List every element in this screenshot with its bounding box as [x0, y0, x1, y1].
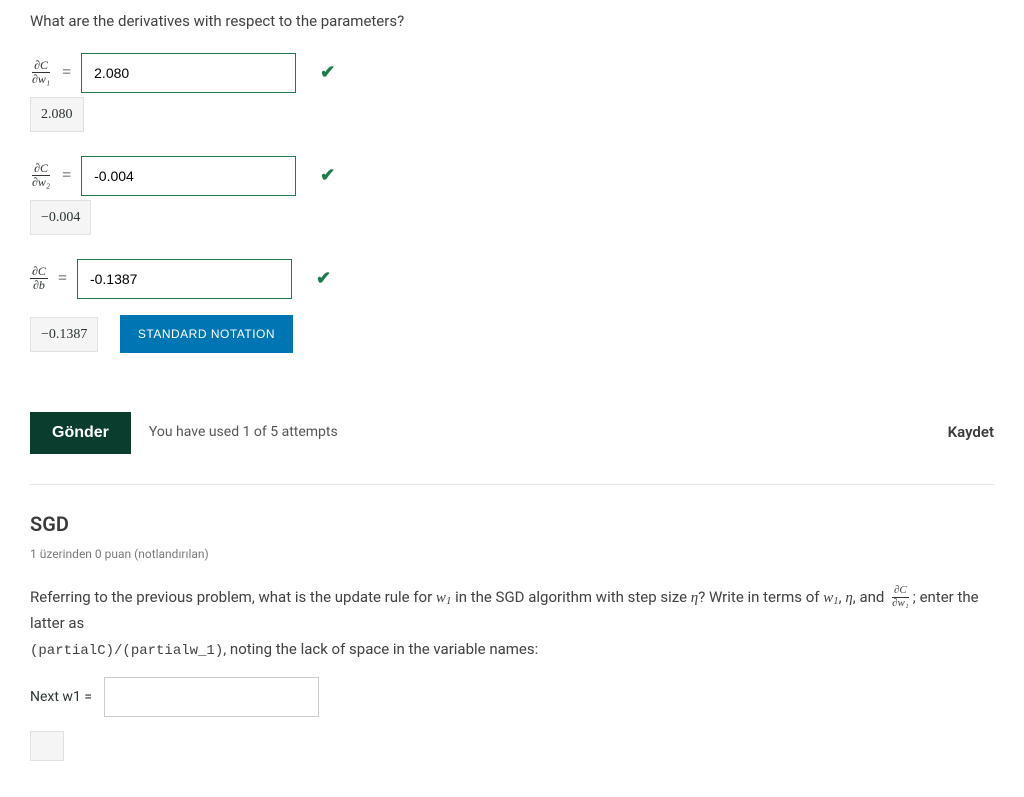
partial-symbol-b: ∂C ∂b — [30, 265, 48, 291]
equals-sign: = — [58, 267, 67, 291]
submit-button[interactable]: Gönder — [30, 412, 131, 454]
empty-answer-chip — [30, 731, 64, 761]
derivative-input-w1[interactable] — [81, 53, 296, 93]
partial-fraction-icon: ∂C∂w₁ — [890, 585, 911, 609]
derivative-input-w2[interactable] — [81, 156, 296, 196]
equals-sign: = — [62, 164, 71, 188]
check-icon: ✔ — [316, 265, 331, 292]
partial-symbol-w2: ∂C ∂w₂ — [30, 162, 52, 188]
check-icon: ✔ — [320, 59, 335, 86]
next-w1-input[interactable] — [104, 677, 319, 717]
answer-chip-w1: 2.080 — [30, 97, 84, 132]
derivative-row-w2: ∂C ∂w₂ = ✔ — [30, 156, 994, 196]
standard-notation-button[interactable]: STANDARD NOTATION — [120, 315, 293, 353]
attempts-text: You have used 1 of 5 attempts — [149, 422, 338, 443]
next-w1-label: Next w1 = — [30, 687, 92, 708]
answer-chip-b: −0.1387 — [30, 317, 98, 352]
derivative-row-w1: ∂C ∂w₁ = ✔ — [30, 53, 994, 93]
code-hint: (partialC)/(partialw_1) — [30, 640, 223, 658]
question-prompt: What are the derivatives with respect to… — [30, 10, 994, 33]
save-button[interactable]: Kaydet — [948, 421, 994, 444]
check-icon: ✔ — [320, 162, 335, 189]
answer-chip-w2: −0.004 — [30, 200, 91, 235]
derivative-input-b[interactable] — [77, 259, 292, 299]
points-text: 1 üzerinden 0 puan (notlandırılan) — [30, 545, 994, 563]
derivative-row-b: ∂C ∂b = ✔ — [30, 259, 994, 299]
partial-symbol-w1: ∂C ∂w₁ — [30, 59, 52, 85]
equals-sign: = — [62, 61, 71, 85]
section-title-sgd: SGD — [30, 509, 994, 539]
next-w1-row: Next w1 = — [30, 677, 994, 717]
sgd-paragraph: Referring to the previous problem, what … — [30, 585, 994, 664]
divider — [30, 484, 994, 485]
submit-row: Gönder You have used 1 of 5 attempts Kay… — [30, 412, 994, 454]
